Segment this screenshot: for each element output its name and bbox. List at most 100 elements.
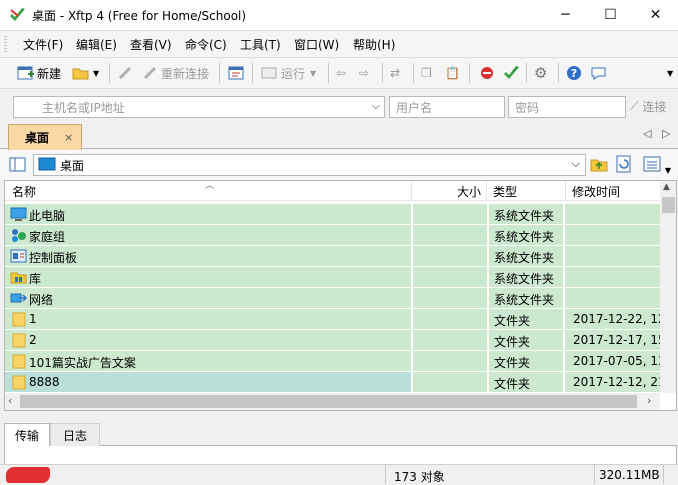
run-icon: [261, 65, 277, 81]
run-button[interactable]: 运行 ▼: [261, 62, 316, 84]
menu-command[interactable]: 命令(C): [185, 36, 227, 53]
username-input[interactable]: 用户名: [389, 96, 505, 118]
file-type: 文件夹: [494, 356, 531, 370]
computer-icon: [10, 206, 27, 222]
status-bar: [0, 464, 678, 485]
session-properties-button[interactable]: [228, 62, 245, 84]
link-icon: ⟋: [630, 98, 639, 113]
menu-tools[interactable]: 工具(T): [240, 36, 281, 53]
menu-help[interactable]: 帮助(H): [353, 36, 395, 53]
control-panel-icon: [10, 248, 27, 264]
status-divider: [385, 465, 386, 484]
reconnect-icon: [142, 65, 158, 81]
column-name[interactable]: 名称: [12, 183, 36, 200]
file-row[interactable]: 2 文件夹 2017-12-17, 15: [5, 330, 660, 351]
vertical-scroll-thumb[interactable]: [662, 197, 675, 213]
column-divider[interactable]: [565, 181, 566, 201]
menu-edit[interactable]: 编辑(E): [76, 36, 117, 53]
reconnect-button[interactable]: 重新连接: [142, 62, 209, 84]
chat-button[interactable]: [590, 62, 607, 84]
chevron-down-icon[interactable]: ⌵: [372, 99, 380, 113]
file-row[interactable]: 8888 文件夹 2017-12-12, 21: [5, 372, 660, 393]
menu-file[interactable]: 文件(F): [23, 36, 63, 53]
file-type: 系统文件夹: [494, 272, 555, 286]
close-button[interactable]: ✕: [633, 0, 678, 30]
file-modified: 2017-12-22, 12: [573, 312, 660, 326]
refresh-button[interactable]: [615, 155, 633, 176]
status-object-count: 173 对象: [394, 470, 445, 484]
scroll-up-icon[interactable]: ▲: [663, 182, 670, 192]
horizontal-scroll-thumb[interactable]: [20, 395, 637, 408]
file-row[interactable]: 网络 系统文件夹: [5, 288, 660, 309]
xshell-button[interactable]: [478, 62, 496, 84]
toolbar-separator: [558, 63, 559, 83]
status-divider: [594, 465, 595, 484]
scroll-right-icon[interactable]: ›: [647, 394, 651, 407]
chevron-down-icon: ▼: [667, 68, 674, 78]
disconnect-button[interactable]: [117, 62, 133, 84]
file-row[interactable]: 101篇实战广告文案 文件夹 2017-07-05, 13: [5, 351, 660, 372]
password-input[interactable]: 密码: [508, 96, 626, 118]
file-row[interactable]: 家庭组 系统文件夹: [5, 225, 660, 246]
maximize-button[interactable]: ☐: [588, 0, 633, 30]
xftp-button[interactable]: [503, 62, 521, 84]
column-size[interactable]: 大小: [457, 183, 481, 200]
file-row[interactable]: 控制面板 系统文件夹: [5, 246, 660, 267]
folder-icon: [10, 374, 27, 390]
tab-label: 桌面: [25, 131, 50, 145]
new-session-icon: [17, 65, 35, 81]
path-text: 桌面: [60, 158, 85, 173]
chevron-down-icon: ▼: [93, 68, 100, 78]
xshell-icon: [478, 65, 496, 81]
column-header: [5, 181, 659, 201]
forward-button[interactable]: ⇨: [359, 62, 369, 84]
connect-button[interactable]: ⟋ 连接: [630, 95, 666, 117]
desktop-icon: [38, 157, 56, 174]
view-mode-button[interactable]: ▼: [643, 155, 671, 176]
column-type[interactable]: 类型: [493, 183, 517, 200]
toolbar-separator: [109, 63, 110, 83]
chevron-down-icon[interactable]: ⌵: [572, 157, 580, 171]
file-name: 101篇实战广告文案: [29, 356, 136, 370]
minimize-button[interactable]: ─: [543, 0, 588, 30]
tab-close-icon[interactable]: ×: [64, 131, 73, 144]
file-row[interactable]: 库 系统文件夹: [5, 267, 660, 288]
transfer-panel: [4, 446, 677, 464]
scroll-left-icon[interactable]: ‹: [8, 394, 12, 407]
menu-view[interactable]: 查看(V): [130, 36, 172, 53]
help-button[interactable]: ?: [566, 62, 582, 84]
file-row[interactable]: 此电脑 系统文件夹: [5, 204, 660, 225]
link-icon: [117, 65, 133, 81]
toggle-tree-button[interactable]: [9, 156, 27, 174]
host-input[interactable]: 主机名或IP地址 ⌵: [13, 96, 385, 118]
tab-log[interactable]: 日志: [50, 423, 100, 446]
folder-open-icon: [72, 65, 90, 81]
file-row[interactable]: 1 文件夹 2017-12-22, 12: [5, 309, 660, 330]
copy-button[interactable]: ❐: [421, 62, 432, 84]
paste-button[interactable]: 📋: [445, 62, 460, 84]
toolbar-overflow-button[interactable]: ▼: [667, 62, 673, 84]
folder-icon: [10, 311, 27, 327]
list-view-icon: [643, 156, 661, 176]
path-combo[interactable]: 桌面 ⌵: [33, 154, 586, 176]
window-title: 桌面 - Xftp 4 (Free for Home/School): [32, 9, 247, 23]
parent-folder-button[interactable]: [590, 155, 608, 176]
column-modified[interactable]: 修改时间: [572, 183, 620, 200]
tab-transfer[interactable]: 传输: [4, 423, 50, 446]
tab-next-button[interactable]: ▷: [662, 127, 670, 140]
options-button[interactable]: ⚙: [534, 62, 547, 84]
column-divider[interactable]: [486, 181, 487, 201]
tab-prev-button[interactable]: ◁: [643, 127, 651, 140]
menu-window[interactable]: 窗口(W): [294, 36, 339, 53]
file-type: 系统文件夹: [494, 209, 555, 223]
file-name: 1: [29, 312, 37, 326]
sync-button[interactable]: ⇄: [390, 62, 400, 84]
file-name: 家庭组: [29, 230, 66, 244]
new-session-button[interactable]: 新建: [17, 62, 61, 84]
back-button[interactable]: ⇦: [336, 62, 346, 84]
toolbar-separator: [413, 63, 414, 83]
column-divider[interactable]: [411, 181, 412, 201]
open-folder-button[interactable]: ▼: [72, 62, 99, 84]
speech-bubble-icon: [590, 65, 607, 81]
file-name: 2: [29, 333, 37, 347]
